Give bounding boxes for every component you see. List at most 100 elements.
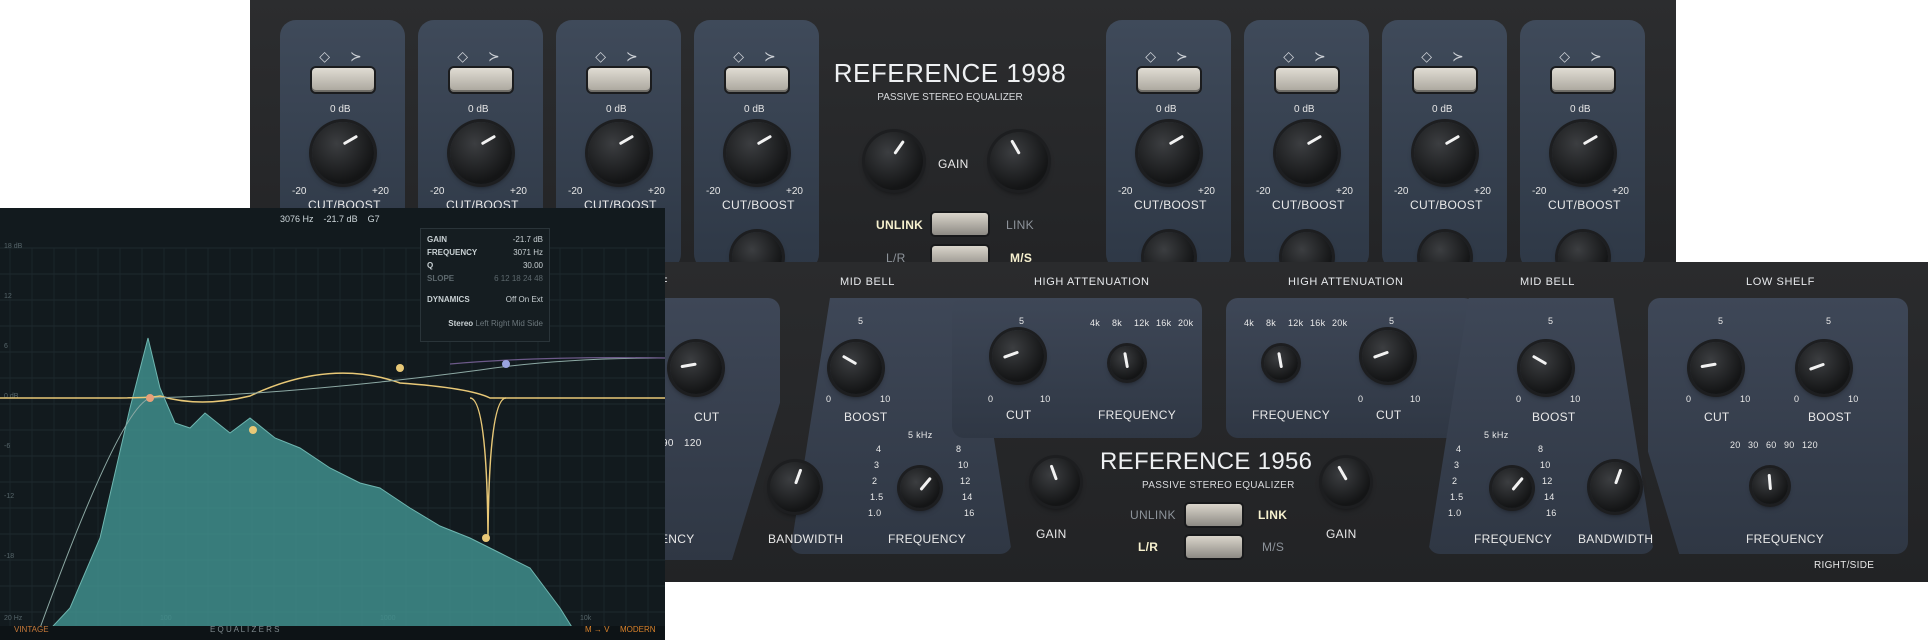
zero-db-label: 0 dB [606, 104, 627, 115]
shape-switch[interactable] [726, 68, 788, 92]
lr-ms-toggle-1998[interactable] [932, 246, 988, 262]
shape-switch[interactable] [1276, 68, 1338, 92]
gain-value[interactable]: -21.7 dB [513, 235, 543, 244]
slope-options[interactable]: 6 12 18 24 48 [494, 274, 543, 283]
midfreq-rl-1: 3 [1454, 460, 1460, 470]
cut-boost-label: CUT/BOOST [722, 198, 795, 212]
notch-curve [469, 397, 507, 539]
cut-boost-knob[interactable] [582, 116, 656, 190]
shape-switch[interactable] [312, 68, 374, 92]
mid-freq-knob-right[interactable] [1486, 462, 1538, 514]
stereo-options[interactable]: Left Right Mid Side [475, 319, 543, 328]
frequency-label-mid-left: FREQUENCY [888, 532, 967, 546]
scale-ten-0: 10 [880, 394, 891, 404]
link-toggle-1998[interactable] [932, 213, 988, 235]
low-cut-knob-right[interactable] [1684, 336, 1748, 400]
min-label: -20 [706, 186, 721, 197]
gain-label-1956-left: GAIN [1036, 527, 1067, 541]
high-cut-knob-right[interactable] [1356, 324, 1420, 388]
band-node-5[interactable] [502, 360, 510, 368]
boost-label-right: BOOST [1532, 410, 1576, 424]
frequency-label-partial: ENCY [660, 532, 695, 546]
frequency-knob[interactable] [1414, 226, 1476, 262]
filter-shape-icons[interactable]: ◇≻ [556, 48, 681, 65]
band-node-4[interactable] [482, 534, 490, 542]
vintage-label[interactable]: VINTAGE [14, 625, 49, 634]
cut-boost-knob[interactable] [1132, 116, 1206, 190]
shape-switch[interactable] [450, 68, 512, 92]
frequency-knob[interactable] [1552, 226, 1614, 262]
cut-boost-knob[interactable] [720, 116, 794, 190]
eq-curve [0, 372, 665, 403]
band-node-2[interactable] [249, 426, 257, 434]
scale-five-4: 5 [1718, 316, 1724, 326]
y-label-3: 0 dB [4, 393, 19, 400]
frequency-label-low-right: FREQUENCY [1746, 532, 1825, 546]
cut-boost-knob[interactable] [1546, 116, 1620, 190]
shape-switch[interactable] [588, 68, 650, 92]
low-cut-knob-left[interactable] [664, 336, 728, 400]
frequency-knob[interactable] [726, 226, 788, 262]
hf-right-16k: 16k [1310, 318, 1326, 328]
high-freq-knob-left[interactable] [1104, 340, 1150, 386]
shape-switch[interactable] [1138, 68, 1200, 92]
midfreq-rr-3: 14 [1544, 492, 1555, 502]
lr-ms-toggle-1956[interactable] [1186, 536, 1242, 558]
mode-toggle[interactable]: M → V [585, 625, 609, 634]
link-label-1998: LINK [1006, 218, 1034, 232]
midfreq-rl-4: 1.0 [1448, 508, 1462, 518]
cut-boost-knob[interactable] [306, 116, 380, 190]
filter-shape-icons[interactable]: ◇≻ [1520, 48, 1645, 65]
scale-five-3: 5 [1548, 316, 1554, 326]
cut-label-low-right: CUT [1704, 410, 1730, 424]
link-label-1956: LINK [1258, 508, 1288, 522]
band-column-6: ◇≻ 0 dB -20 +20 CUT/BOOST [1244, 20, 1369, 262]
stereo-selected[interactable]: Stereo [448, 319, 473, 328]
spectrum [39, 337, 581, 640]
cut-boost-knob[interactable] [1408, 116, 1482, 190]
q-label: Q [427, 261, 434, 270]
shape-switch[interactable] [1552, 68, 1614, 92]
mid-boost-knob-left[interactable] [824, 336, 888, 400]
link-toggle-1956[interactable] [1186, 504, 1242, 526]
hf-left-20k: 20k [1178, 318, 1194, 328]
high-freq-knob-right[interactable] [1258, 340, 1304, 386]
high-cut-knob-left[interactable] [986, 324, 1050, 388]
cut-boost-knob[interactable] [1270, 116, 1344, 190]
cut-boost-knob[interactable] [444, 116, 518, 190]
band-node-3[interactable] [396, 364, 404, 372]
frequency-knob[interactable] [1138, 226, 1200, 262]
bandwidth-knob-right[interactable] [1584, 456, 1646, 518]
low-boost-knob-right[interactable] [1792, 336, 1856, 400]
midfreq-rr-4: 16 [1546, 508, 1557, 518]
filter-shape-icons[interactable]: ◇≻ [1244, 48, 1369, 65]
midfreq-r-2: 12 [960, 476, 971, 486]
mid-freq-knob-left[interactable] [894, 462, 946, 514]
equalizer-graph[interactable]: 18 dB1260 dB-6-12-1820 Hz100100010k [0, 208, 665, 640]
gain-knob-1956-right[interactable] [1316, 452, 1376, 512]
gain-knob-left[interactable] [859, 126, 929, 196]
frequency-value[interactable]: 3071 Hz [513, 248, 543, 257]
gain-knob-right[interactable] [984, 126, 1054, 196]
dynamics-options[interactable]: Off On Ext [506, 295, 543, 304]
filter-shape-icons[interactable]: ◇≻ [280, 48, 405, 65]
mid-boost-knob-right[interactable] [1514, 336, 1578, 400]
high-att-right-title: HIGH ATTENUATION [1288, 276, 1404, 288]
band-node-1[interactable] [146, 394, 154, 402]
frequency-knob[interactable] [1276, 226, 1338, 262]
midfreq-r-1: 10 [958, 460, 969, 470]
scale-zero-1: 0 [988, 394, 994, 404]
modern-label[interactable]: MODERN [620, 625, 656, 634]
midfreq-rl-0: 4 [1456, 444, 1462, 454]
filter-shape-icons[interactable]: ◇≻ [1106, 48, 1231, 65]
low-freq-knob-right[interactable] [1746, 462, 1794, 510]
lowfreq-20: 20 [1730, 440, 1741, 450]
bandwidth-knob-left[interactable] [764, 456, 826, 518]
shape-switch[interactable] [1414, 68, 1476, 92]
filter-shape-icons[interactable]: ◇≻ [418, 48, 543, 65]
midfreq-rl-3: 1.5 [1450, 492, 1464, 502]
filter-shape-icons[interactable]: ◇≻ [1382, 48, 1507, 65]
gain-knob-1956-left[interactable] [1026, 452, 1086, 512]
q-value[interactable]: 30.00 [523, 261, 543, 270]
gain-label: GAIN [427, 235, 447, 244]
